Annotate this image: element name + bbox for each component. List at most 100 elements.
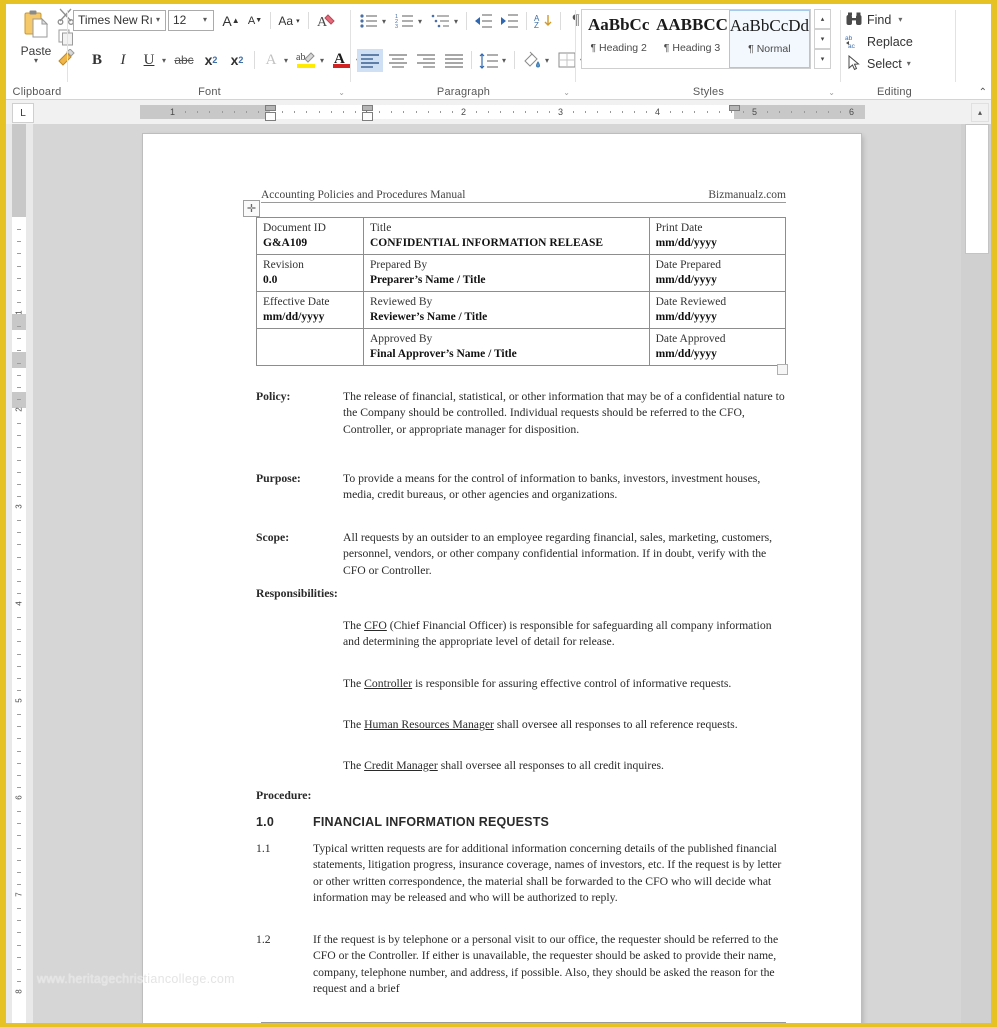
italic-button[interactable]: I <box>112 49 134 71</box>
justify-icon[interactable] <box>441 49 467 72</box>
increase-indent-icon[interactable] <box>498 10 522 32</box>
bold-button[interactable]: B <box>86 49 108 71</box>
text-effects-button[interactable]: A <box>260 49 282 71</box>
cell-reviewed-by[interactable]: Reviewed By Reviewer’s Name / Title <box>363 291 650 329</box>
left-indent-marker[interactable] <box>362 105 373 111</box>
select-button[interactable]: Select ▾ <box>845 53 911 74</box>
cell-empty[interactable] <box>256 328 364 366</box>
align-center-icon[interactable] <box>385 49 411 72</box>
clipboard-dialog-launcher[interactable]: ⌄ <box>55 88 62 97</box>
bullets-caret[interactable]: ▾ <box>382 17 386 26</box>
line-spacing-icon[interactable] <box>477 49 501 72</box>
strikethrough-button[interactable]: abc <box>172 49 196 71</box>
cell-prepared-by[interactable]: Prepared By Preparer’s Name / Title <box>363 254 650 292</box>
cell-approved-by[interactable]: Approved By Final Approver’s Name / Titl… <box>363 328 650 366</box>
right-indent-marker[interactable] <box>729 105 740 111</box>
paste-button[interactable]: Paste ▾ <box>12 7 60 77</box>
document-canvas[interactable]: Accounting Policies and Procedures Manua… <box>33 124 961 1023</box>
styles-scroll-down-button[interactable]: ▾ <box>814 29 831 49</box>
ruler-tick <box>354 111 356 113</box>
procedure-item-1-2[interactable]: 1.2 If the request is by telephone or a … <box>256 932 786 998</box>
decrease-indent-icon[interactable] <box>472 10 496 32</box>
ruler-tick <box>379 111 381 113</box>
section-tag: Policy: <box>256 390 291 403</box>
underline-caret[interactable]: ▾ <box>162 56 166 65</box>
responsibilities-heading: Responsibilities: <box>256 587 338 600</box>
table-resize-handle[interactable] <box>777 364 788 375</box>
shading-caret[interactable]: ▾ <box>545 56 549 65</box>
procedure-section-1[interactable]: 1.0 FINANCIAL INFORMATION REQUESTS <box>256 815 549 829</box>
cell-print-date[interactable]: Print Date mm/dd/yyyy <box>648 217 787 255</box>
subscript-button[interactable]: x2 <box>199 49 223 71</box>
shading-icon[interactable] <box>520 48 544 72</box>
shrink-font-button[interactable]: A ▼ <box>244 10 266 31</box>
highlight-caret[interactable]: ▾ <box>320 56 324 65</box>
numbering-caret[interactable]: ▾ <box>418 17 422 26</box>
font-name-input[interactable]: Times New Rı <box>73 10 166 31</box>
table-move-handle[interactable]: ✛ <box>243 200 260 217</box>
ribbon-group-styles: AaBbCc ¶ Heading 2 AABBCC ¶ Heading 3 Aa… <box>576 4 841 100</box>
cell-date-approved[interactable]: Date Approved mm/dd/yyyy <box>648 328 787 366</box>
cell-date-prepared[interactable]: Date Prepared mm/dd/yyyy <box>648 254 787 292</box>
ruler-tick <box>439 111 441 113</box>
section-purpose[interactable]: Purpose: To provide a means for the cont… <box>256 471 786 504</box>
text-effects-caret[interactable]: ▾ <box>284 56 288 65</box>
change-case-button[interactable]: Aa ▾ <box>276 10 302 31</box>
procedure-item-1-1[interactable]: 1.1 Typical written requests are for add… <box>256 841 786 907</box>
font-dialog-launcher[interactable]: ⌄ <box>338 88 345 97</box>
replace-button[interactable]: ab ac Replace <box>845 31 913 52</box>
scrollbar-thumb[interactable] <box>965 124 989 254</box>
underline-button[interactable]: U <box>138 49 160 71</box>
vertical-scrollbar[interactable] <box>961 124 991 1023</box>
responsibility-item-cfo[interactable]: The CFO (Chief Financial Officer) is res… <box>343 618 786 651</box>
cell-title[interactable]: Title CONFIDENTIAL INFORMATION RELEASE <box>363 217 650 255</box>
bullets-icon[interactable] <box>357 10 381 32</box>
styles-more-button[interactable]: ▾ <box>814 49 831 69</box>
multilevel-list-icon[interactable] <box>429 10 453 32</box>
responsibility-item-credit-manager[interactable]: The Credit Manager shall oversee all res… <box>343 758 786 774</box>
cell-document-id[interactable]: Document ID G&A109 <box>256 217 364 255</box>
responsibility-item-controller[interactable]: The Controller is responsible for assuri… <box>343 676 786 692</box>
left-indent-triangle[interactable] <box>362 112 373 121</box>
cell-revision[interactable]: Revision 0.0 <box>256 254 364 292</box>
cell-effective-date[interactable]: Effective Date mm/dd/yyyy <box>256 291 364 329</box>
paragraph-dialog-launcher[interactable]: ⌄ <box>563 88 570 97</box>
font-size-input[interactable]: 12 <box>168 10 214 31</box>
horizontal-ruler[interactable]: 1123456 <box>140 105 865 121</box>
sort-icon[interactable]: A Z <box>532 10 556 32</box>
collapse-ribbon-button[interactable]: ⌃ <box>979 87 987 98</box>
cell-value: G&A109 <box>263 236 308 249</box>
align-left-icon[interactable] <box>357 49 383 72</box>
grow-font-button[interactable]: A ▲ <box>220 10 242 31</box>
multilevel-caret[interactable]: ▾ <box>454 17 458 26</box>
font-size-caret[interactable]: ▾ <box>203 15 207 24</box>
section-scope[interactable]: Scope: All requests by an outsider to an… <box>256 530 786 579</box>
document-page[interactable]: Accounting Policies and Procedures Manua… <box>143 134 861 1023</box>
vertical-ruler[interactable]: 1 2 3 4 5 6 7 8 <box>6 124 34 1023</box>
vruler-tick <box>17 253 21 255</box>
section-policy[interactable]: Policy: The release of financial, statis… <box>256 389 786 438</box>
scroll-up-button[interactable]: ▴ <box>971 103 989 122</box>
style-item-heading-3[interactable]: AABBCC ¶ Heading 3 <box>655 10 728 68</box>
line-spacing-caret[interactable]: ▾ <box>502 56 506 65</box>
find-button[interactable]: Find ▾ <box>845 9 902 30</box>
style-item-normal[interactable]: AaBbCcDd ¶ Normal <box>728 10 811 68</box>
vruler-number: 4 <box>14 601 24 606</box>
clear-formatting-icon[interactable]: A <box>314 10 338 31</box>
styles-scroll-up-button[interactable]: ▴ <box>814 9 831 29</box>
document-info-table[interactable]: Document ID G&A109 Title CONFIDENTIAL IN… <box>256 217 787 366</box>
superscript-button[interactable]: x2 <box>225 49 249 71</box>
cell-date-reviewed[interactable]: Date Reviewed mm/dd/yyyy <box>648 291 787 329</box>
ruler-tick <box>185 111 187 113</box>
first-line-indent-marker[interactable] <box>265 105 276 111</box>
style-item-heading-2[interactable]: AaBbCc ¶ Heading 2 <box>582 10 655 68</box>
tab-stop-selector[interactable]: L <box>12 103 34 123</box>
responsibility-item-hr-manager[interactable]: The Human Resources Manager shall overse… <box>343 717 786 733</box>
numbering-icon[interactable]: 123 <box>393 10 417 32</box>
highlight-button[interactable]: ab <box>294 47 318 71</box>
section-tag: Scope: <box>256 531 290 544</box>
hanging-indent-marker[interactable] <box>265 112 276 121</box>
align-right-icon[interactable] <box>413 49 439 72</box>
font-name-caret[interactable]: ▾ <box>156 15 160 24</box>
styles-dialog-launcher[interactable]: ⌄ <box>828 88 835 97</box>
